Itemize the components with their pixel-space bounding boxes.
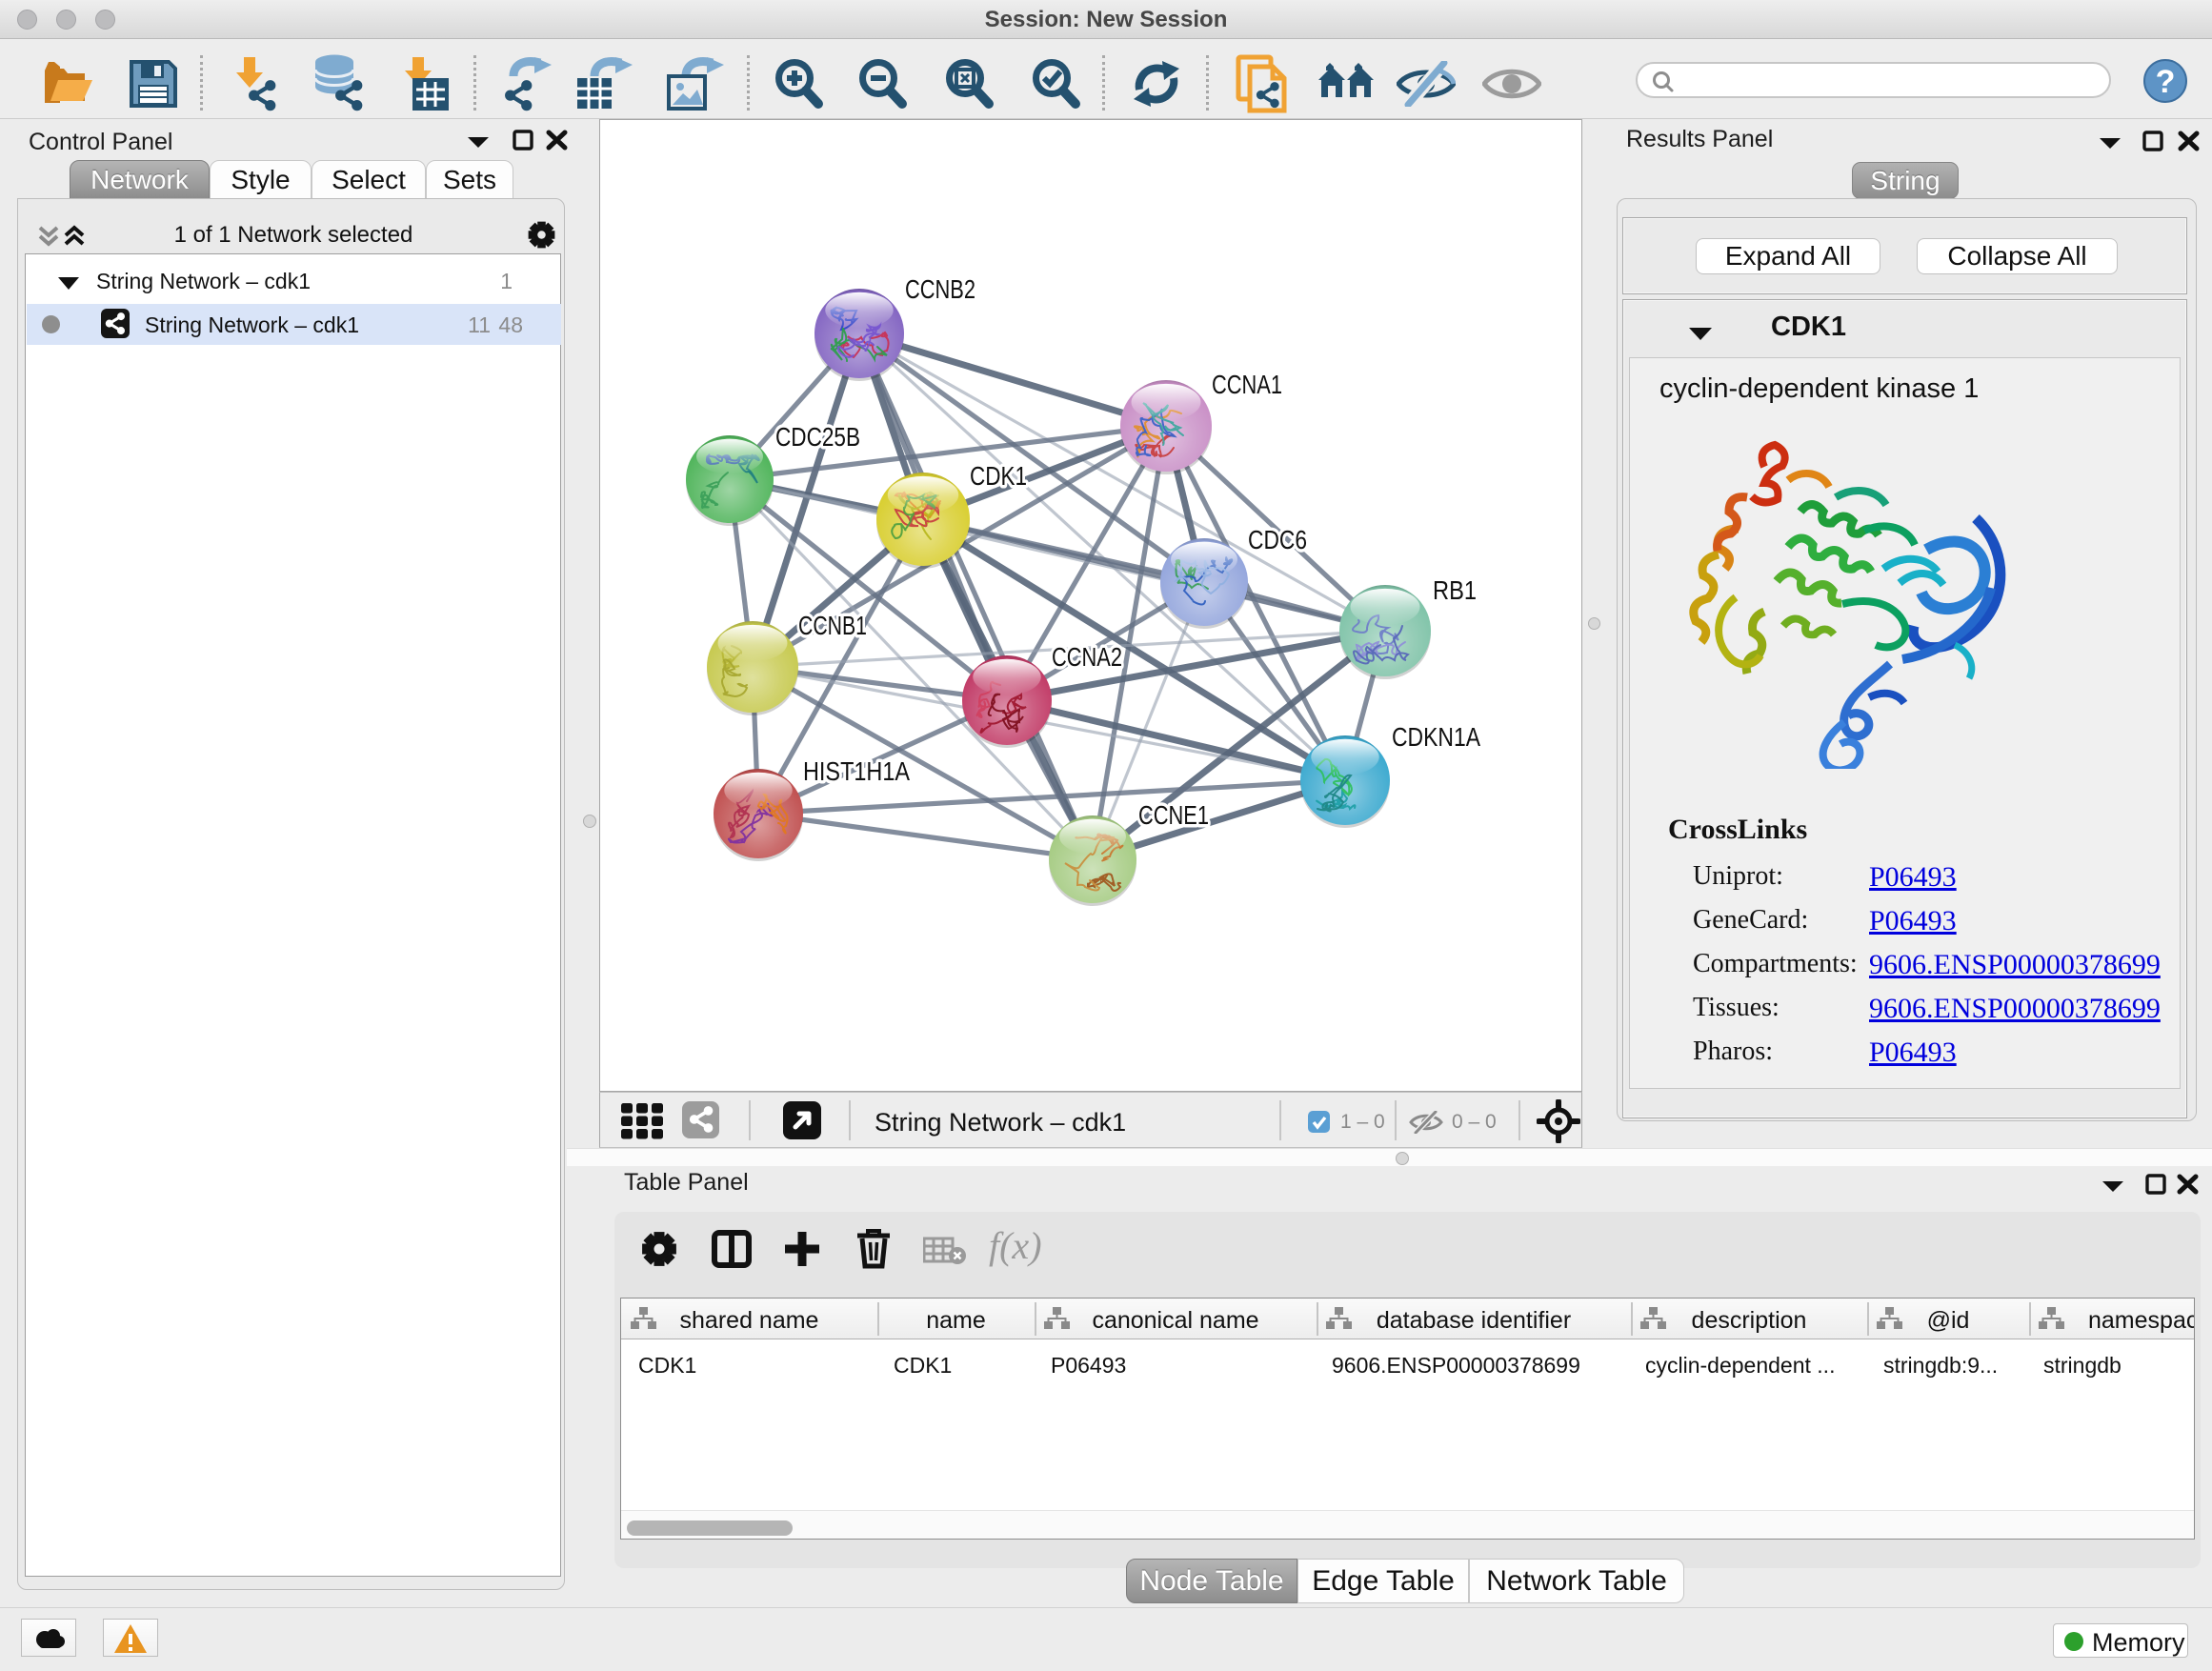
svg-text:CCNE1: CCNE1: [1138, 800, 1209, 830]
svg-text:CCNA2: CCNA2: [1052, 642, 1122, 672]
svg-text:CDC6: CDC6: [1248, 525, 1307, 554]
svg-text:RB1: RB1: [1433, 575, 1477, 605]
svg-text:CDC25B: CDC25B: [775, 422, 860, 452]
svg-text:HIST1H1A: HIST1H1A: [803, 756, 910, 786]
svg-text:CDKN1A: CDKN1A: [1392, 722, 1480, 752]
svg-text:CCNB2: CCNB2: [905, 274, 975, 304]
svg-text:CCNA1: CCNA1: [1212, 370, 1282, 399]
svg-text:CCNB1: CCNB1: [798, 611, 867, 640]
svg-text:CDK1: CDK1: [970, 461, 1027, 491]
